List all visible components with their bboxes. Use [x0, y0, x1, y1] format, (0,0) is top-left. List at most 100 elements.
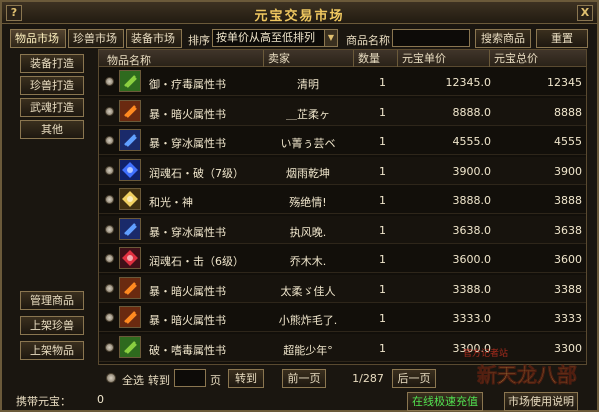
- total-price: 8888: [554, 105, 582, 119]
- market-window: ? 元宝交易市场 X 物品市场 珍兽市场 装备市场 排序 按单价从高至低排列 ▼…: [0, 0, 599, 412]
- book-fire-icon: [119, 276, 141, 299]
- manage-goods-button[interactable]: 管理商品: [20, 291, 84, 310]
- book-green-icon: [119, 70, 141, 92]
- total-price: 3900: [554, 164, 582, 178]
- column-header-total-price[interactable]: 元宝总价: [489, 50, 586, 67]
- unit-price: 3600.0: [452, 253, 492, 266]
- total-price: 3300: [554, 341, 582, 355]
- unit-price: 12345.0: [445, 76, 492, 89]
- table-row[interactable]: 暴・暗火属性书 太柔ゞ佳人 1 3388.0 3388: [99, 274, 586, 303]
- item-name: 暴・暗火属性书: [149, 284, 226, 298]
- item-name: 暴・暗火属性书: [149, 314, 226, 327]
- item-name: 润魂石・击（6级）: [149, 255, 244, 268]
- row-select-radio[interactable]: [105, 224, 114, 234]
- item-name: 暴・穿冰属性书: [149, 137, 226, 150]
- unit-price: 3638.0: [452, 223, 492, 237]
- table-row[interactable]: 润魂石・击（6级） 乔木木. 1 3600.0 3600: [99, 245, 586, 273]
- gem-gold-icon: [119, 188, 141, 210]
- book-ice-icon: [119, 217, 141, 240]
- gem-blue-icon: [119, 158, 141, 181]
- table-row[interactable]: 暴・暗火属性书 小熊炸毛了. 1 3333.0 3333: [99, 304, 586, 332]
- total-price: 3888: [554, 194, 582, 207]
- quantity: 1: [379, 164, 386, 178]
- item-name: 破・嗜毒属性书: [149, 343, 226, 357]
- seller-name: 乔木木.: [289, 255, 327, 268]
- table-row[interactable]: 润魂石・破（7级） 烟雨乾坤 1 3900.0 3900: [99, 156, 586, 185]
- quantity: 1: [379, 194, 386, 207]
- sidebar-item-equip-forge[interactable]: 装备打造: [20, 54, 84, 73]
- table-header: 物品名称 卖家 数量 元宝单价 元宝总价: [99, 50, 586, 67]
- reset-button[interactable]: 重置: [536, 29, 588, 48]
- top-toolbar: 物品市场 珍兽市场 装备市场 排序 按单价从高至低排列 ▼ 商品名称 搜索商品 …: [10, 29, 590, 49]
- row-select-radio[interactable]: [105, 254, 114, 263]
- table-row[interactable]: 御・疗毒属性书 清明 1 12345.0 12345: [99, 68, 586, 96]
- seller-name: 殇绝情!: [289, 196, 327, 209]
- row-select-radio[interactable]: [105, 136, 114, 145]
- sidebar-item-pet-forge[interactable]: 珍兽打造: [20, 76, 84, 95]
- total-price: 3333: [554, 312, 582, 325]
- pagination-bar: 全选 转到 页 转到 前一页 1/287 后一页: [98, 369, 587, 389]
- list-pet-button[interactable]: 上架珍兽: [20, 316, 84, 335]
- item-name: 和光・神: [149, 196, 193, 209]
- total-price: 12345: [547, 76, 582, 89]
- row-select-radio[interactable]: [105, 77, 114, 86]
- unit-price: 8888.0: [452, 105, 492, 119]
- table-row[interactable]: 和光・神 殇绝情! 1 3888.0 3888: [99, 186, 586, 214]
- goods-table: 物品名称 卖家 数量 元宝单价 元宝总价 御・疗毒属性书 清明 1 12345.0 12…: [98, 49, 587, 365]
- goto-button[interactable]: 转到: [228, 369, 264, 388]
- seller-name: 烟雨乾坤: [286, 166, 330, 180]
- column-header-unit-price[interactable]: 元宝单价: [397, 50, 489, 67]
- quantity: 1: [379, 105, 386, 119]
- row-select-radio[interactable]: [105, 313, 114, 322]
- table-row[interactable]: 暴・穿冰属性书 い菁ぅ芸ベ 1 4555.0 4555: [99, 127, 586, 155]
- sidebar-item-other[interactable]: 其他: [20, 120, 84, 139]
- tab-pet-market[interactable]: 珍兽市场: [68, 29, 124, 48]
- chevron-down-icon: ▼: [324, 30, 337, 46]
- column-header-seller[interactable]: 卖家: [263, 50, 353, 67]
- book-green-icon: [119, 335, 141, 358]
- item-name-label: 商品名称: [346, 34, 390, 47]
- sidebar-item-soul-forge[interactable]: 武魂打造: [20, 98, 84, 117]
- quantity: 1: [379, 223, 386, 237]
- row-select-radio[interactable]: [105, 342, 114, 352]
- market-help-button[interactable]: 市场使用说明: [504, 392, 578, 411]
- column-header-qty[interactable]: 数量: [353, 50, 397, 67]
- row-select-radio[interactable]: [105, 283, 114, 293]
- row-select-radio[interactable]: [105, 106, 114, 116]
- list-item-button[interactable]: 上架物品: [20, 341, 84, 360]
- quantity: 1: [379, 312, 386, 325]
- tab-equip-market[interactable]: 装备市场: [126, 29, 182, 48]
- seller-name: い菁ぅ芸ベ: [280, 137, 336, 150]
- sort-select[interactable]: 按单价从高至低排列 ▼: [212, 29, 338, 47]
- row-select-radio[interactable]: [105, 165, 114, 175]
- unit-price: 3388.0: [452, 282, 492, 296]
- book-fire-icon: [119, 306, 141, 328]
- carry-ingot-value: 0: [97, 393, 104, 406]
- table-row[interactable]: 破・嗜毒属性书 超能少年° 1 3300.0 3300: [99, 333, 586, 362]
- book-fire-icon: [119, 99, 141, 122]
- quantity: 1: [379, 341, 386, 355]
- unit-price: 3888.0: [452, 194, 492, 207]
- table-row[interactable]: 暴・穿冰属性书 执风晚. 1 3638.0 3638: [99, 215, 586, 244]
- total-price: 3638: [554, 223, 582, 237]
- tab-item-market[interactable]: 物品市场: [10, 29, 66, 48]
- item-name: 暴・穿冰属性书: [149, 225, 226, 239]
- seller-name: 小熊炸毛了.: [278, 314, 338, 327]
- next-page-button[interactable]: 后一页: [392, 369, 436, 388]
- table-row[interactable]: 暴・暗火属性书 ＿芷柔ヶ 1 8888.0 8888: [99, 97, 586, 126]
- quantity: 1: [379, 76, 386, 89]
- page-number-input[interactable]: [174, 369, 206, 387]
- book-ice-icon: [119, 129, 141, 151]
- close-button[interactable]: X: [577, 5, 593, 21]
- sort-label: 排序: [188, 34, 210, 47]
- goto-label: 转到: [148, 374, 170, 387]
- item-name-input[interactable]: [392, 29, 470, 47]
- item-name: 润魂石・破（7级）: [149, 166, 244, 180]
- row-select-radio[interactable]: [105, 195, 114, 204]
- search-button[interactable]: 搜索商品: [475, 29, 531, 48]
- select-all-checkbox[interactable]: [106, 373, 116, 383]
- gem-red-icon: [119, 247, 141, 269]
- column-header-name[interactable]: 物品名称: [107, 52, 151, 68]
- recharge-button[interactable]: 在线极速充值: [407, 392, 483, 411]
- prev-page-button[interactable]: 前一页: [282, 369, 326, 388]
